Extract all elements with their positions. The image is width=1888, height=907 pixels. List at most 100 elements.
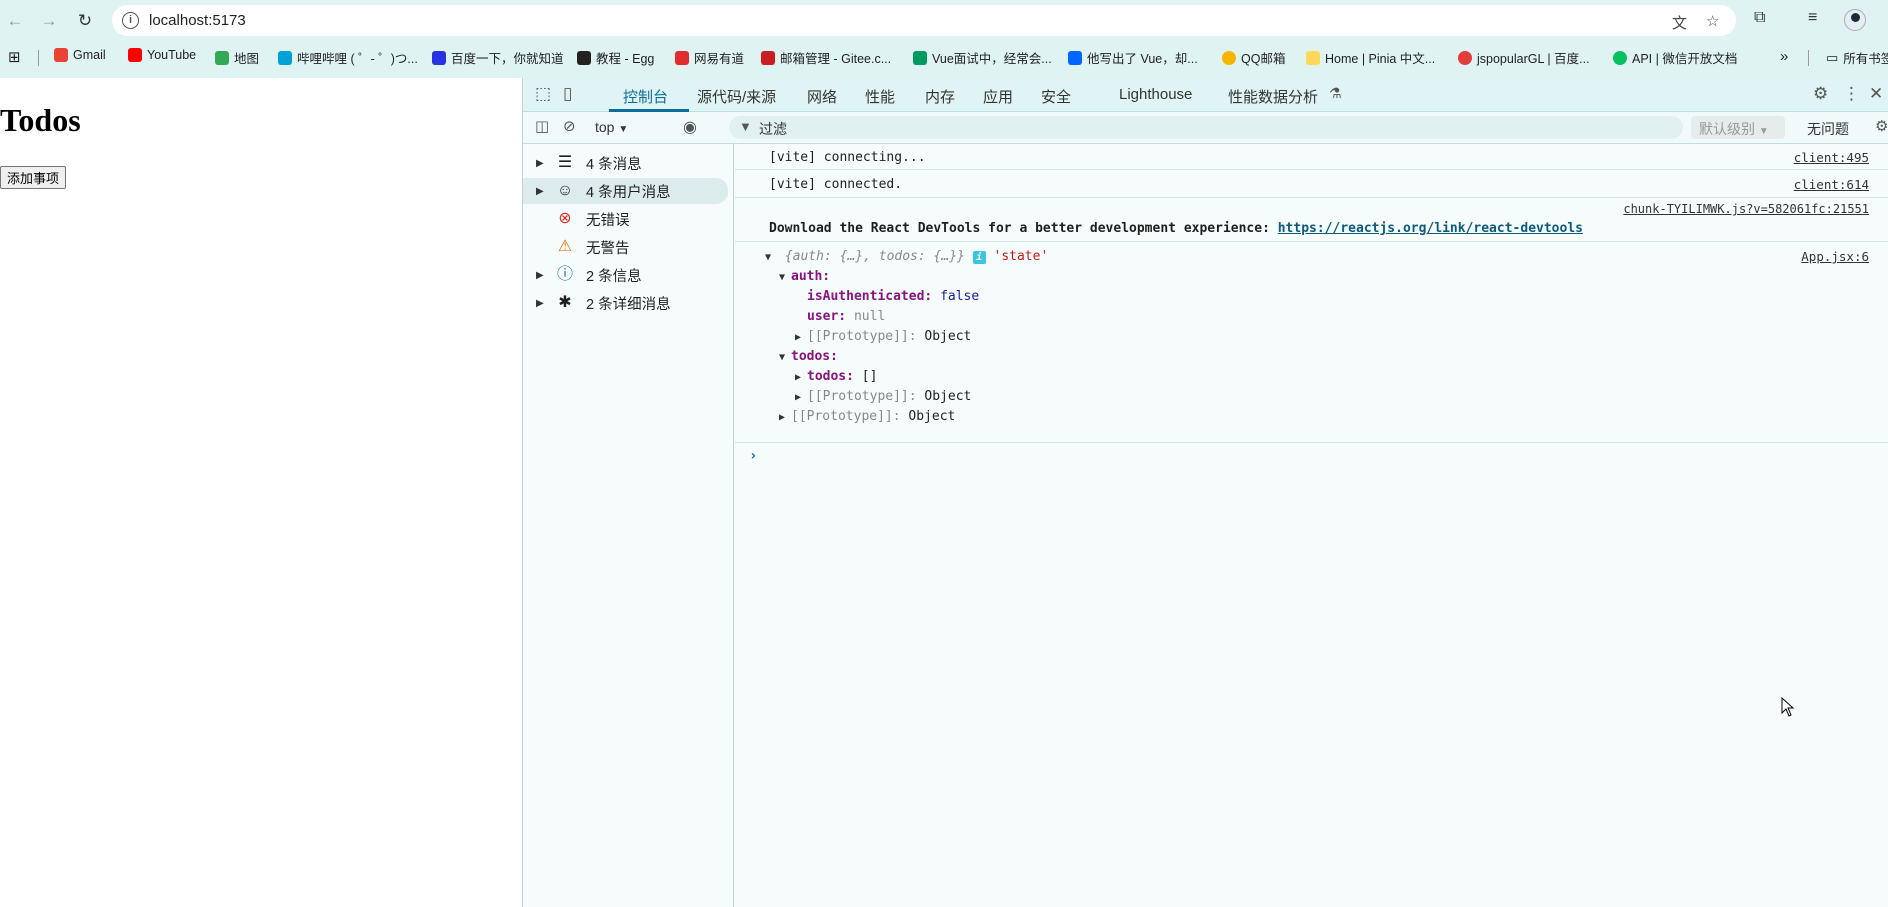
bookmark-item[interactable]: 网易有道 — [675, 48, 744, 67]
omnibox[interactable]: i localhost:5173 文 ☆ — [112, 5, 1736, 36]
site-info-icon[interactable]: i — [122, 12, 139, 29]
console-source-link[interactable]: client:614 — [1794, 177, 1869, 192]
apps-icon[interactable]: ⊞ — [8, 48, 21, 66]
console-message-text: [vite] connecting... — [769, 150, 926, 165]
bookmark-label: 哔哩哔哩 ( ゜- ゜)つ... — [297, 52, 418, 66]
filter-placeholder: 过滤 — [759, 121, 787, 137]
expand-arrow-icon[interactable]: ▶ — [795, 372, 807, 383]
issues-counter[interactable]: 无问题 — [1807, 119, 1849, 139]
console-settings-icon[interactable]: ⚙ — [1875, 117, 1888, 135]
sidebar-item-verbose[interactable]: ▶ ✱ 2 条详细消息 — [523, 290, 728, 316]
tab-lighthouse[interactable]: Lighthouse — [1119, 86, 1192, 103]
bookmark-item[interactable]: 教程 - Egg — [577, 48, 654, 67]
sidebar-toggle-icon[interactable]: ◫ — [535, 117, 549, 135]
folder-icon: ▭ — [1826, 49, 1839, 65]
tree-node-todos[interactable]: ▼ todos: — [779, 349, 838, 364]
inspect-element-icon[interactable]: ⬚ — [535, 84, 551, 104]
object-summary[interactable]: ▼ {auth: {…}, todos: {…}} i 'state' — [765, 249, 1048, 264]
media-icon[interactable]: ≡ — [1808, 9, 1817, 27]
tab-memory[interactable]: 内存 — [925, 86, 955, 107]
bookmark-item[interactable]: Gmail — [54, 48, 106, 62]
tab-performance-insights[interactable]: 性能数据分析 — [1228, 86, 1318, 107]
star-icon[interactable]: ☆ — [1706, 12, 1719, 30]
collapse-arrow-icon[interactable]: ▼ — [779, 352, 791, 363]
bookmark-item[interactable]: 地图 — [215, 48, 259, 67]
back-icon[interactable]: ← — [2, 8, 28, 34]
expand-arrow-icon[interactable]: ▶ — [795, 332, 807, 343]
more-options-icon[interactable]: ⋮ — [1843, 84, 1860, 104]
tree-node-prototype[interactable]: ▶ [[Prototype]]: Object — [779, 409, 955, 424]
console-source-link[interactable]: App.jsx:6 — [1801, 249, 1869, 264]
info-badge-icon[interactable]: i — [972, 251, 986, 264]
log-level-dropdown[interactable]: 默认级别 ▼ — [1691, 116, 1785, 139]
console-output: [vite] connecting... client:495 [vite] c… — [735, 144, 1888, 907]
console-toolbar: ◫ ⊘ top ▼ ◉ ▼ 过滤 默认级别 ▼ 无问题 ⚙ — [523, 112, 1888, 144]
expand-arrow-icon[interactable]: ▶ — [536, 298, 544, 309]
clear-console-icon[interactable]: ⊘ — [563, 117, 576, 135]
tree-node-prototype[interactable]: ▶ [[Prototype]]: Object — [795, 389, 971, 404]
bookmark-item[interactable]: QQ邮箱 — [1222, 48, 1285, 67]
collapse-arrow-icon[interactable]: ▼ — [765, 252, 777, 263]
bookmark-item[interactable]: 邮箱管理 - Gitee.c... — [761, 48, 891, 67]
property-value: Object — [908, 409, 956, 424]
tree-node-auth[interactable]: ▼ auth: — [779, 269, 830, 284]
bookmark-separator — [38, 50, 39, 66]
react-devtools-link[interactable]: https://reactjs.org/link/react-devtools — [1278, 221, 1583, 236]
expand-arrow-icon[interactable]: ▶ — [779, 412, 791, 423]
tab-sources[interactable]: 源代码/来源 — [697, 86, 776, 107]
bookmark-item[interactable]: Vue面试中，经常会... — [913, 48, 1052, 67]
bookmarks-overflow-icon[interactable]: » — [1780, 48, 1788, 65]
expand-arrow-icon[interactable]: ▶ — [795, 392, 807, 403]
flask-icon: ⚗ — [1329, 85, 1342, 101]
sidebar-item-label: 无错误 — [586, 212, 630, 229]
profile-avatar[interactable] — [1844, 9, 1866, 31]
live-expression-eye-icon[interactable]: ◉ — [683, 117, 697, 137]
collapse-arrow-icon[interactable]: ▼ — [779, 272, 791, 283]
bookmark-item[interactable]: Home | Pinia 中文... — [1306, 48, 1435, 67]
translate-icon[interactable]: 文 — [1672, 12, 1687, 33]
bookmark-item[interactable]: API | 微信开放文档 — [1613, 48, 1737, 67]
tree-node-prototype[interactable]: ▶ [[Prototype]]: Object — [795, 329, 971, 344]
console-prompt-icon[interactable]: › — [749, 448, 757, 464]
log-level-label: 默认级别 — [1699, 121, 1755, 137]
tab-security[interactable]: 安全 — [1041, 86, 1071, 107]
settings-gear-icon[interactable]: ⚙ — [1813, 84, 1828, 104]
tab-application[interactable]: 应用 — [983, 86, 1013, 107]
bookmark-item[interactable]: 百度一下，你就知道 — [432, 48, 564, 67]
property-value: null — [853, 309, 886, 324]
bookmark-item[interactable]: jspopularGL | 百度... — [1458, 48, 1590, 67]
bookmark-label: 网易有道 — [694, 52, 745, 66]
expand-arrow-icon[interactable]: ▶ — [536, 270, 544, 281]
context-selector[interactable]: top ▼ — [595, 119, 628, 135]
sidebar-item-messages[interactable]: ▶ ☰ 4 条消息 — [523, 150, 728, 176]
bookmark-item[interactable]: YouTube — [128, 48, 196, 62]
extensions-icon[interactable]: ⧉ — [1754, 9, 1765, 27]
add-todo-button[interactable]: 添加事项 — [0, 166, 67, 189]
reload-icon[interactable]: ↻ — [72, 8, 98, 34]
bookmark-label: jspopularGL | 百度... — [1477, 52, 1590, 66]
all-bookmarks[interactable]: ▭ 所有书签 — [1826, 48, 1888, 67]
tab-console[interactable]: 控制台 — [623, 86, 668, 107]
error-icon: ⊗ — [558, 210, 572, 227]
sidebar-item-label: 4 条消息 — [586, 156, 642, 173]
device-toolbar-icon[interactable]: ▯ — [563, 84, 572, 104]
url-text[interactable]: localhost:5173 — [149, 12, 246, 29]
console-source-link[interactable]: chunk-TYILIMWK.js?v=582061fc:21551 — [1623, 202, 1869, 216]
bookmark-item[interactable]: 他写出了 Vue，却... — [1068, 48, 1198, 67]
expand-arrow-icon[interactable]: ▶ — [536, 186, 544, 197]
sidebar-item-info[interactable]: ▶ ⓘ 2 条信息 — [523, 262, 728, 288]
zhihu-icon — [1068, 50, 1082, 65]
close-icon[interactable]: ✕ — [1869, 84, 1883, 104]
bookmark-item[interactable]: 哔哩哔哩 ( ゜- ゜)つ... — [278, 48, 418, 67]
console-source-link[interactable]: client:495 — [1794, 150, 1869, 165]
tree-node-todos-list[interactable]: ▶ todos: [] — [795, 369, 877, 384]
sidebar-item-warnings[interactable]: ⚠ 无警告 — [523, 234, 728, 260]
sidebar-item-user-messages[interactable]: ▶ ☺ 4 条用户消息 — [523, 178, 728, 204]
console-filter-input[interactable]: ▼ 过滤 — [729, 116, 1683, 139]
segmentfault-icon — [913, 50, 927, 65]
tab-network[interactable]: 网络 — [807, 86, 837, 107]
expand-arrow-icon[interactable]: ▶ — [536, 158, 544, 169]
forward-icon[interactable]: → — [36, 8, 62, 34]
sidebar-item-errors[interactable]: ⊗ 无错误 — [523, 206, 728, 232]
tab-performance[interactable]: 性能 — [865, 86, 895, 107]
